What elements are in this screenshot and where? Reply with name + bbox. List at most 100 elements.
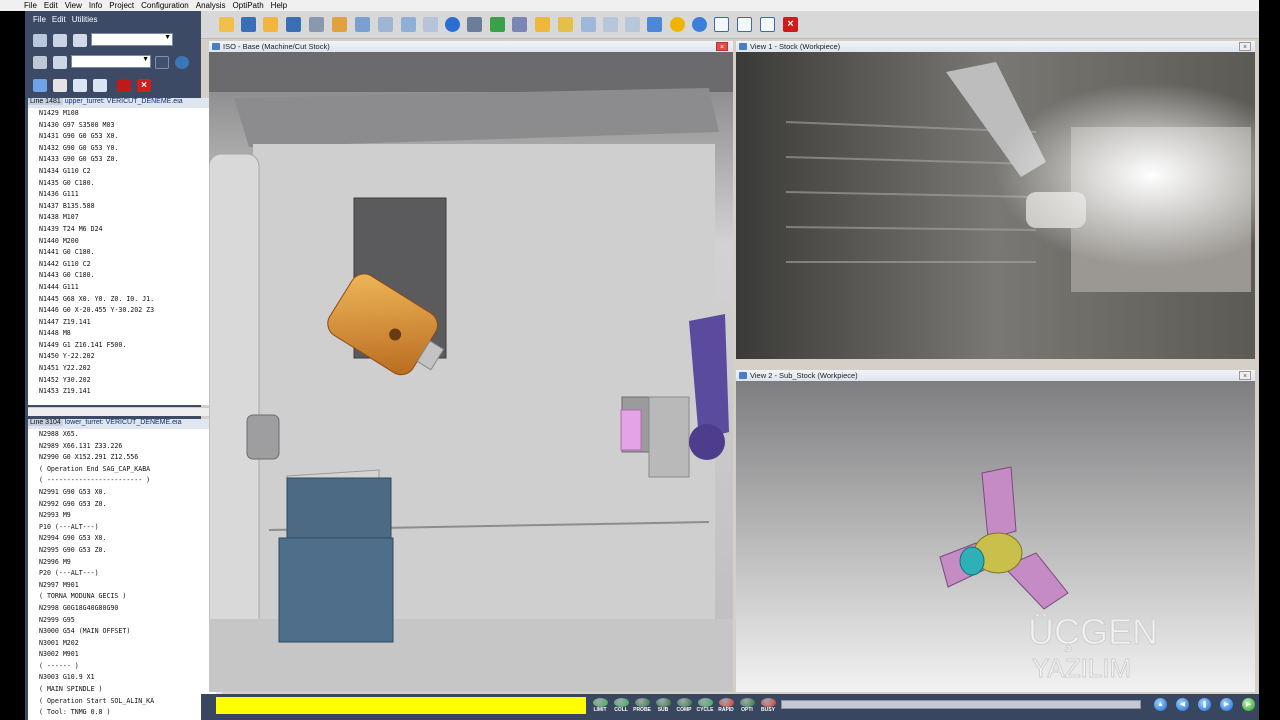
code-line[interactable]: N1448 M8 <box>28 328 216 340</box>
code-line[interactable]: N1452 Y30.202 <box>28 375 216 387</box>
status-icon[interactable] <box>467 17 482 32</box>
refresh-icon[interactable] <box>692 17 707 32</box>
code-line[interactable]: N1430 G97 S3500 M03 <box>28 120 216 132</box>
code-line[interactable]: N1444 G111 <box>28 282 216 294</box>
new-project-icon[interactable] <box>219 17 234 32</box>
code-line[interactable]: N1431 G90 G0 G53 X0. <box>28 131 216 143</box>
zoom-in-icon[interactable] <box>603 17 618 32</box>
fit-icon[interactable] <box>581 17 596 32</box>
code-line[interactable]: N3001 M202 <box>28 638 216 650</box>
play-icon[interactable]: ▶ <box>1242 698 1255 711</box>
view2-viewport[interactable]: ÜÇGEN YAZILIM <box>736 381 1255 692</box>
view2-close-icon[interactable]: × <box>1239 371 1251 380</box>
horizontal-views-icon[interactable] <box>760 17 775 32</box>
menu-configuration[interactable]: Configuration <box>141 0 189 11</box>
code-line[interactable]: N1449 G1 Z16.141 F500. <box>28 340 216 352</box>
menu-edit[interactable]: Edit <box>44 0 58 11</box>
info-icon[interactable] <box>445 17 460 32</box>
machine-setup-icon[interactable] <box>309 17 324 32</box>
code-line[interactable]: N2989 X66.131 Z33.226 <box>28 441 216 453</box>
view1-titlebar[interactable]: View 1 - Stock (Workpiece) × <box>736 41 1255 52</box>
fit-all-icon[interactable] <box>647 17 662 32</box>
code-line[interactable]: N1440 M200 <box>28 236 216 248</box>
rewind-icon[interactable]: ▲ <box>1154 698 1167 711</box>
compare-icon[interactable] <box>558 17 573 32</box>
code-line[interactable]: N1437 B135.588 <box>28 201 216 213</box>
code-line[interactable]: ( MAIN SPINDLE ) <box>28 684 216 696</box>
lower-code-list[interactable]: N2988 X65. N2989 X66.131 Z33.226 N2990 G0 … <box>28 429 222 720</box>
code-line[interactable]: N2998 G0G18G40G80G90 <box>28 603 216 615</box>
save-icon[interactable] <box>241 17 256 32</box>
code-line[interactable]: N2999 G95 <box>28 615 216 627</box>
code-line[interactable]: N1435 G0 C180. <box>28 178 216 190</box>
code-line[interactable]: N2995 G90 G53 Z0. <box>28 545 216 557</box>
upper-hscroll[interactable] <box>28 407 222 416</box>
report-icon[interactable] <box>423 17 438 32</box>
step-icon[interactable]: ▶ <box>1220 698 1233 711</box>
code-line[interactable]: N1429 M108 <box>28 108 216 120</box>
menu-view[interactable]: View <box>65 0 82 11</box>
menu-project[interactable]: Project <box>109 0 134 11</box>
left-menu-edit[interactable]: Edit <box>52 15 66 27</box>
settings-icon[interactable] <box>73 34 87 47</box>
code-line[interactable]: N1445 G68 X0. Y0. Z0. I0. J1. <box>28 294 216 306</box>
code-line[interactable]: N2988 X65. <box>28 429 216 441</box>
code-line[interactable]: N1446 G0 X-20.455 Y-30.202 Z3 <box>28 305 216 317</box>
stop-icon[interactable] <box>155 56 169 69</box>
code-line[interactable]: N1443 G0 C180. <box>28 270 216 282</box>
close-icon[interactable]: × <box>137 79 151 92</box>
breakpoint-icon[interactable] <box>117 79 131 92</box>
code-line[interactable]: ( Operation Start SOL_ALIN_KA <box>28 696 216 708</box>
view1-close-icon[interactable]: × <box>1239 42 1251 51</box>
tool-combo[interactable]: ▼ <box>71 55 151 68</box>
code-line[interactable]: N1439 T24 M6 D24 <box>28 224 216 236</box>
iso-close-icon[interactable]: × <box>716 42 728 51</box>
code-line[interactable]: N1451 Y22.202 <box>28 363 216 375</box>
code-line[interactable]: N2996 M9 <box>28 557 216 569</box>
tool-icon[interactable] <box>53 56 67 69</box>
upper-code-list[interactable]: N1429 M108 N1430 G97 S3500 M03 N1431 G90 G… <box>28 108 222 405</box>
iso-view-titlebar[interactable]: ISO - Base (Machine/Cut Stock) × <box>209 41 733 52</box>
open-icon[interactable] <box>33 34 47 47</box>
code-line[interactable]: N1447 Z19.141 <box>28 317 216 329</box>
code-line[interactable]: N1441 G0 C180. <box>28 247 216 259</box>
code-line[interactable]: N2994 G90 G53 X0. <box>28 533 216 545</box>
code-line[interactable]: N1434 G110 C2 <box>28 166 216 178</box>
undo-icon[interactable] <box>33 79 47 92</box>
code-line[interactable]: N1432 G90 G0 G53 Y0. <box>28 143 216 155</box>
menu-info[interactable]: Info <box>89 0 102 11</box>
left-menu-file[interactable]: File <box>33 15 46 27</box>
component-combo[interactable]: ▼ <box>91 33 173 46</box>
animation-slider[interactable] <box>781 700 1141 709</box>
code-line[interactable]: N2990 G0 X152.291 Z12.556 <box>28 452 216 464</box>
menu-analysis[interactable]: Analysis <box>196 0 226 11</box>
code-line[interactable]: ( Operation End SAG_CAP_KABA <box>28 464 216 476</box>
code-line[interactable]: N1442 G110 C2 <box>28 259 216 271</box>
code-line[interactable]: ( ------ ) <box>28 661 216 673</box>
pause-icon[interactable]: ❚ <box>1198 698 1211 711</box>
machine-icon[interactable] <box>33 56 47 69</box>
code-line[interactable]: ( TORNA MODUNA GECIS ) <box>28 591 216 603</box>
code-line[interactable]: ( Tool: TNMG 0.8 ) <box>28 707 216 719</box>
code-line[interactable]: N3000 G54 (MAIN OFFSET) <box>28 626 216 638</box>
code-line[interactable]: N2992 G90 G53 Z0. <box>28 499 216 511</box>
optipath-icon[interactable] <box>490 17 505 32</box>
code-line[interactable]: N3002 M901 <box>28 649 216 661</box>
code-line[interactable]: N1436 G111 <box>28 189 216 201</box>
save-as-icon[interactable] <box>286 17 301 32</box>
code-line[interactable]: N1433 G90 G0 G53 Z0. <box>28 154 216 166</box>
close-views-icon[interactable]: × <box>783 17 798 32</box>
tool-manager-icon[interactable] <box>355 17 370 32</box>
menu-file[interactable]: File <box>24 0 37 11</box>
code-line[interactable]: P10 (---ALT---) <box>28 522 216 534</box>
iso-viewport[interactable] <box>209 52 733 692</box>
shade-icon[interactable] <box>670 17 685 32</box>
split-vertical-icon[interactable] <box>73 79 87 92</box>
copy-icon[interactable] <box>53 34 67 47</box>
reset-icon[interactable] <box>175 56 189 69</box>
view2-titlebar[interactable]: View 2 - Sub_Stock (Workpiece) × <box>736 370 1255 381</box>
left-menu-utilities[interactable]: Utilities <box>72 15 98 27</box>
coordinate-icon[interactable] <box>401 17 416 32</box>
two-views-icon[interactable] <box>737 17 752 32</box>
step-back-icon[interactable]: ◀ <box>1176 698 1189 711</box>
